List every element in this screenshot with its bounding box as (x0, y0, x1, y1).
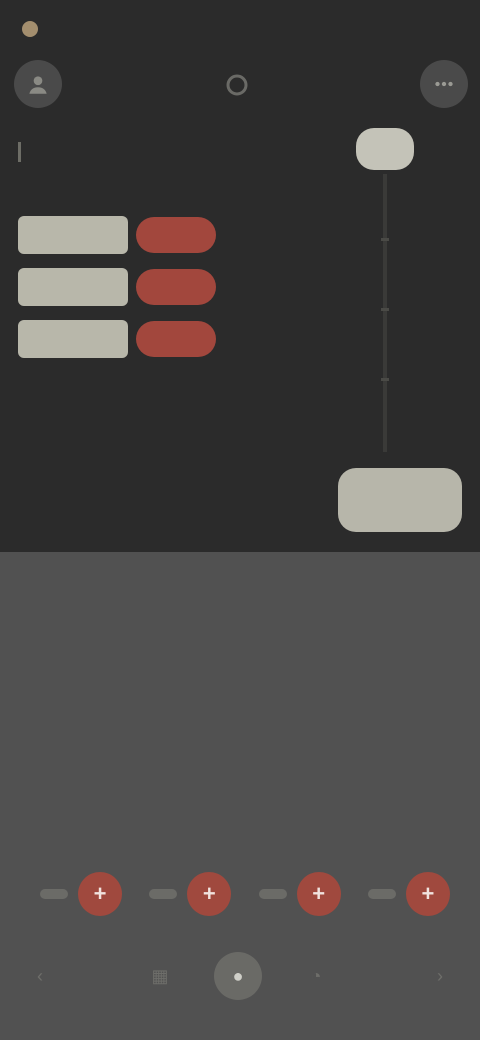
menu-button[interactable] (420, 60, 468, 108)
notification-dot-icon (22, 21, 38, 37)
stepper: + (367, 872, 450, 916)
header-row[interactable] (18, 132, 188, 172)
increment-button[interactable]: + (187, 872, 232, 916)
primary-action-button[interactable] (338, 468, 462, 532)
stepper: + (258, 872, 341, 916)
chip-list (18, 212, 216, 368)
slider-tick (381, 238, 389, 241)
stat-column (125, 722, 235, 752)
increment-button[interactable]: + (405, 872, 450, 916)
status-bar (22, 12, 46, 46)
more-icon (435, 81, 453, 87)
bottom-nav: ‹ ▦ ● ◔ › (0, 948, 480, 1008)
stat-column (5, 722, 115, 752)
decrement-button[interactable] (367, 889, 396, 899)
stats-columns (0, 722, 480, 752)
chip-light[interactable] (18, 268, 128, 306)
decrement-button[interactable] (40, 889, 68, 899)
chip-accent[interactable] (136, 217, 216, 253)
grid-icon[interactable]: ▦ (138, 954, 182, 998)
chip-row (18, 264, 216, 310)
user-icon (29, 76, 47, 94)
chip-light[interactable] (18, 216, 128, 254)
bottom-sheet: + + + + ‹ ▦ ● ◔ › (0, 552, 480, 1040)
slider-tick (381, 378, 389, 381)
stepper: + (149, 872, 232, 916)
stepper: + (40, 872, 122, 916)
forward-icon[interactable]: › (418, 954, 462, 998)
chip-row (18, 212, 216, 258)
list-icon (18, 142, 34, 162)
chip-accent[interactable] (136, 269, 216, 305)
increment-button[interactable]: + (78, 872, 122, 916)
decrement-button[interactable] (258, 889, 287, 899)
vertical-slider[interactable] (340, 128, 430, 458)
back-icon[interactable]: ‹ (18, 954, 62, 998)
stat-column (365, 722, 475, 752)
chips-caption (24, 360, 194, 378)
main-screen (0, 0, 480, 552)
chip-row (18, 316, 216, 362)
chip-light[interactable] (18, 320, 128, 358)
chart-icon[interactable]: ◔ (294, 954, 338, 998)
decrement-button[interactable] (149, 889, 178, 899)
avatar-button[interactable] (14, 60, 62, 108)
slider-tick (381, 308, 389, 311)
chip-accent[interactable] (136, 321, 216, 357)
center-logo-icon[interactable] (220, 70, 254, 100)
stepper-row: + + + + (40, 872, 450, 916)
slider-track[interactable] (383, 174, 387, 452)
slider-value-badge[interactable] (356, 128, 414, 170)
stat-column (245, 722, 355, 752)
increment-button[interactable]: + (296, 872, 341, 916)
home-icon[interactable]: ● (214, 952, 262, 1000)
